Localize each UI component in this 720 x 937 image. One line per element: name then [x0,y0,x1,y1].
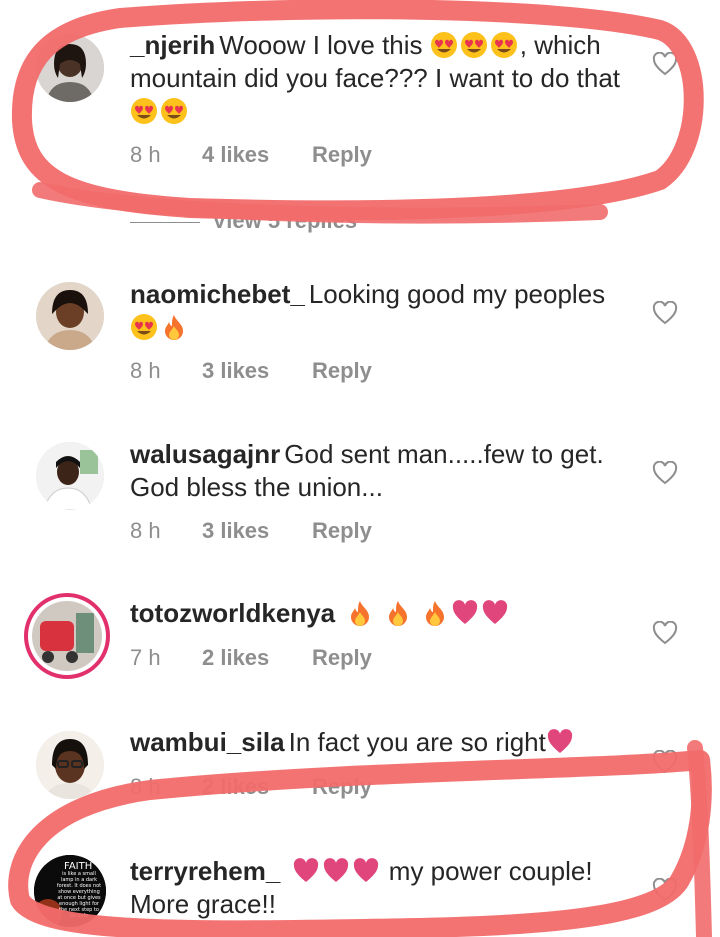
fire-emoji [384,599,412,627]
avatar-story-ring[interactable] [24,593,110,679]
avatar[interactable] [36,34,104,102]
comment-body: Wooow I love this [219,30,423,60]
comment-meta: 8 h 2 likes Reply [130,774,372,800]
avatar[interactable]: FAITH is like a small lamp in a dark fore… [34,855,106,927]
red-heart-emoji [546,728,574,756]
comment-meta: 8 h 3 likes Reply [130,358,372,384]
heart-outline-icon[interactable] [652,878,678,902]
fire-emoji [421,599,449,627]
heart-outline-icon[interactable] [652,461,678,485]
heart-eyes-emoji [160,97,188,125]
comment-username[interactable]: _njerih [130,30,215,60]
comment-time: 8 h [130,774,161,799]
reply-button[interactable]: Reply [312,358,372,384]
avatar[interactable] [36,731,104,799]
red-heart-emoji [481,599,509,627]
comment-text: naomichebet_ Looking good my peoples [130,278,635,344]
comment-likes[interactable]: 3 likes [202,518,312,544]
avatar [32,601,102,671]
heart-eyes-emoji [130,313,158,341]
red-heart-emoji [292,857,320,885]
heart-outline-icon[interactable] [652,621,678,645]
heart-eyes-emoji [430,31,458,59]
comment-text: wambui_sila In fact you are so right [130,726,635,759]
heart-outline-icon[interactable] [652,301,678,325]
faith-body: is like a small lamp in a dark forest. I… [56,871,102,919]
heart-outline-icon[interactable] [652,750,678,774]
red-heart-emoji [352,857,380,885]
comment-body: Looking good my peoples [308,279,606,309]
fire-emoji [160,313,188,341]
red-heart-emoji [322,857,350,885]
reply-button[interactable]: Reply [312,518,372,544]
comment-text: terryrehem_ my power couple! More grace!… [130,855,635,921]
comment-meta: 8 h 3 likes Reply [130,518,372,544]
reply-button[interactable]: Reply [312,142,372,168]
marker-line-right [687,740,712,937]
heart-eyes-emoji [490,31,518,59]
comment-username[interactable]: naomichebet_ [130,279,305,309]
comment-likes[interactable]: 2 likes [202,774,312,800]
comment-text: walusagajnr God sent man.....few to get. … [130,438,635,504]
avatar[interactable] [36,442,104,510]
heart-eyes-emoji [130,97,158,125]
comment-username[interactable]: totozworldkenya [130,598,335,628]
comment-time: 8 h [130,518,161,543]
comment-meta: 7 h 2 likes Reply [130,645,372,671]
comment-time: 8 h [130,358,161,383]
heart-eyes-emoji [460,31,488,59]
comment-likes[interactable]: 3 likes [202,358,312,384]
avatar[interactable] [36,282,104,350]
comment-time: 7 h [130,645,161,670]
reply-button[interactable]: Reply [312,774,372,800]
comment-text: totozworldkenya [130,597,635,630]
heart-outline-icon[interactable] [652,52,678,76]
reply-button[interactable]: Reply [312,645,372,671]
comment-likes[interactable]: 4 likes [202,142,312,168]
comment-text: _njerih Wooow I love this , which mountai… [130,29,635,128]
view-replies-label[interactable]: View 5 replies [212,208,357,233]
comment-username[interactable]: terryrehem_ [130,856,280,886]
fire-emoji [346,599,374,627]
comment-username[interactable]: walusagajnr [130,439,280,469]
comment-username[interactable]: wambui_sila [130,727,285,757]
comment-body: In fact you are so right [288,727,546,757]
comment-meta: 8 h 4 likes Reply [130,142,372,168]
view-replies-button[interactable]: View 5 replies [130,208,357,234]
red-heart-emoji [451,599,479,627]
comment-likes[interactable]: 2 likes [202,645,312,671]
comment-time: 8 h [130,142,161,167]
divider [130,221,200,223]
